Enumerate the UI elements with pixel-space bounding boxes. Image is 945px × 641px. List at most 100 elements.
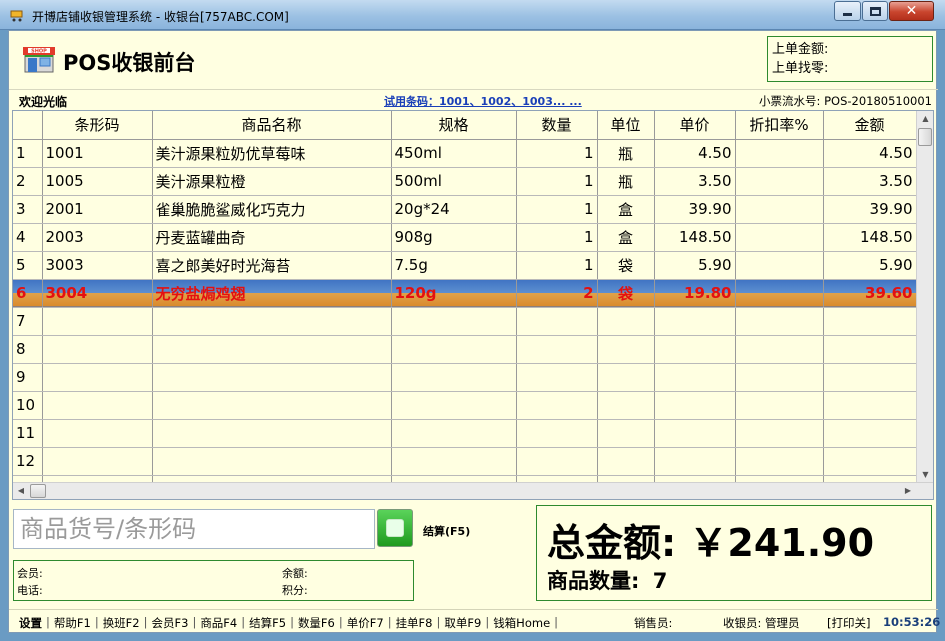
cell-no[interactable]: 6 [13,279,43,308]
cell-unit[interactable] [597,391,655,420]
cell-spec[interactable] [391,419,517,448]
shortcut-item[interactable]: 会员F3 [152,615,189,631]
shortcut-item[interactable]: 钱箱Home [493,615,550,631]
cell-barcode[interactable]: 3003 [42,251,153,280]
cell-spec[interactable]: 120g [391,279,517,308]
cell-barcode[interactable] [42,391,153,420]
cell-amount[interactable] [823,363,917,392]
cell-amount[interactable]: 39.90 [823,195,917,224]
cell-unit[interactable] [597,419,655,448]
column-header[interactable]: 数量 [516,111,598,140]
cell-spec[interactable]: 20g*24 [391,195,517,224]
column-header[interactable]: 单位 [597,111,655,140]
cell-qty[interactable]: 1 [516,139,598,168]
cell-price[interactable]: 4.50 [654,139,736,168]
table-row[interactable]: 11 [13,419,917,448]
cell-name[interactable] [152,335,392,364]
cell-spec[interactable]: 450ml [391,139,517,168]
cell-name[interactable]: 喜之郎美好时光海苔 [152,251,392,280]
shortcut-item[interactable]: 设置 [19,615,42,631]
cell-amount[interactable] [823,391,917,420]
table-row[interactable]: 3 2001 雀巢脆脆鲨威化巧克力 20g*24 1 盒 39.90 39.90 [13,195,917,224]
cell-no[interactable]: 3 [13,195,43,224]
cell-no[interactable]: 7 [13,307,43,336]
cell-spec[interactable] [391,363,517,392]
cell-amount[interactable]: 4.50 [823,139,917,168]
cell-qty[interactable] [516,335,598,364]
cell-price[interactable]: 19.80 [654,279,736,308]
vertical-scroll-thumb[interactable] [918,128,932,146]
table-row[interactable]: 5 3003 喜之郎美好时光海苔 7.5g 1 袋 5.90 5.90 [13,251,917,280]
items-grid[interactable]: 条形码 商品名称 规格 数量 单位 单价 折扣率% 金额 1 1001 美汁源果粒奶… [12,110,934,500]
cell-amount[interactable] [823,419,917,448]
cell-barcode[interactable] [42,447,153,476]
cell-no[interactable]: 2 [13,167,43,196]
cell-discount[interactable] [735,223,824,252]
table-row[interactable]: 6 3004 无穷盐焗鸡翅 120g 2 袋 19.80 39.60 [13,279,917,308]
column-header[interactable]: 金额 [823,111,917,140]
horizontal-scrollbar[interactable]: ◀ ▶ [13,482,933,499]
cell-spec[interactable]: 500ml [391,167,517,196]
cell-amount[interactable] [823,307,917,336]
table-row[interactable]: 4 2003 丹麦蓝罐曲奇 908g 1 盒 148.50 148.50 [13,223,917,252]
cell-discount[interactable] [735,251,824,280]
shortcut-item[interactable]: 单价F7 [347,615,384,631]
cell-no[interactable]: 10 [13,391,43,420]
column-header[interactable]: 规格 [391,111,517,140]
cell-name[interactable]: 美汁源果粒奶优草莓味 [152,139,392,168]
cell-discount[interactable] [735,335,824,364]
cell-barcode[interactable] [42,335,153,364]
cell-qty[interactable] [516,307,598,336]
cell-discount[interactable] [735,279,824,308]
cell-price[interactable] [654,335,736,364]
horizontal-scroll-thumb[interactable] [30,484,46,498]
cell-price[interactable] [654,307,736,336]
cell-amount[interactable] [823,447,917,476]
cell-name[interactable] [152,419,392,448]
cell-unit[interactable]: 袋 [597,279,655,308]
cell-qty[interactable] [516,419,598,448]
cell-barcode[interactable] [42,307,153,336]
shortcut-item[interactable]: 结算F5 [249,615,286,631]
cell-qty[interactable] [516,363,598,392]
cell-name[interactable] [152,307,392,336]
cell-barcode[interactable]: 2003 [42,223,153,252]
cell-qty[interactable] [516,447,598,476]
cell-name[interactable] [152,447,392,476]
cell-no[interactable]: 8 [13,335,43,364]
cell-qty[interactable]: 2 [516,279,598,308]
cell-qty[interactable]: 1 [516,195,598,224]
shortcut-item[interactable]: 取单F9 [444,615,481,631]
column-header[interactable]: 单价 [654,111,736,140]
cell-price[interactable] [654,419,736,448]
cell-price[interactable] [654,447,736,476]
cell-barcode[interactable]: 1001 [42,139,153,168]
cell-spec[interactable] [391,447,517,476]
cell-discount[interactable] [735,419,824,448]
cell-spec[interactable] [391,335,517,364]
cell-no[interactable]: 5 [13,251,43,280]
scroll-left-icon[interactable]: ◀ [13,483,29,499]
scroll-down-icon[interactable]: ▼ [917,467,933,483]
shortcut-item[interactable]: 挂单F8 [396,615,433,631]
cell-name[interactable]: 雀巢脆脆鲨威化巧克力 [152,195,392,224]
cell-discount[interactable] [735,167,824,196]
cell-unit[interactable]: 盒 [597,195,655,224]
shortcut-item[interactable]: 帮助F1 [54,615,91,631]
cell-unit[interactable]: 瓶 [597,167,655,196]
trial-barcodes-link[interactable]: 试用条码：1001、1002、1003... ... [384,93,582,109]
cell-unit[interactable] [597,363,655,392]
cell-no[interactable]: 1 [13,139,43,168]
column-header[interactable]: 商品名称 [152,111,392,140]
cell-amount[interactable]: 3.50 [823,167,917,196]
table-row[interactable]: 7 [13,307,917,336]
cell-qty[interactable] [516,391,598,420]
barcode-input[interactable] [14,510,374,548]
cell-unit[interactable] [597,335,655,364]
cell-name[interactable]: 无穷盐焗鸡翅 [152,279,392,308]
column-header[interactable]: 折扣率% [735,111,824,140]
table-row[interactable]: 8 [13,335,917,364]
cell-no[interactable]: 12 [13,447,43,476]
cell-barcode[interactable] [42,363,153,392]
cell-amount[interactable]: 5.90 [823,251,917,280]
